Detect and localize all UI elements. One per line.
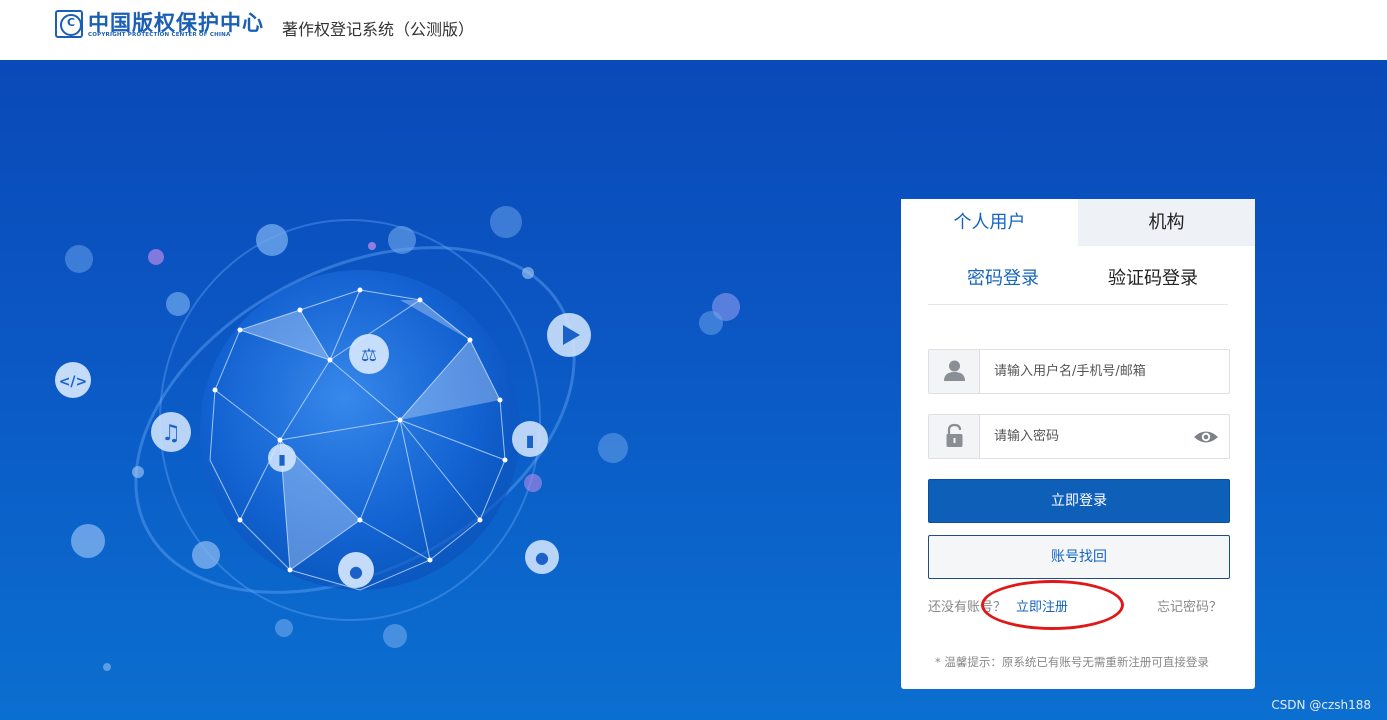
svg-text:♫: ♫ xyxy=(161,421,181,446)
watermark: CSDN @czsh188 xyxy=(1271,698,1371,712)
svg-text:●: ● xyxy=(349,562,363,581)
forgot-password-link[interactable]: 忘记密码？ xyxy=(1157,596,1222,615)
account-recover-button[interactable]: 账号找回 xyxy=(928,535,1230,579)
svg-text:▮: ▮ xyxy=(526,431,535,450)
copyright-logo-icon xyxy=(55,10,83,38)
password-input[interactable] xyxy=(981,415,1181,458)
cpcc-logo[interactable]: 中国版权保护中心 COPYRIGHT PROTECTION CENTER OF … xyxy=(55,9,265,41)
svg-text:</>: </> xyxy=(59,374,88,390)
svg-text:●: ● xyxy=(535,548,549,567)
login-method-tabs: 密码登录 验证码登录 xyxy=(928,258,1228,305)
username-field xyxy=(928,349,1230,394)
password-field xyxy=(928,414,1230,459)
username-input[interactable] xyxy=(981,350,1181,393)
login-button[interactable]: 立即登录 xyxy=(928,479,1230,523)
system-title: 著作权登记系统（公测版） xyxy=(282,20,475,39)
login-card: 个人用户 机构 密码登录 验证码登录 请输入用户名/手机号/邮箱 立即登录 账号… xyxy=(901,199,1255,689)
user-icon xyxy=(929,350,980,393)
tab-password-login[interactable]: 密码登录 xyxy=(967,264,1039,290)
login-tip: * 温馨提示：原系统已有账号无需重新注册可直接登录 xyxy=(935,655,1209,669)
register-link[interactable]: 立即注册 xyxy=(1016,596,1068,615)
tab-organization[interactable]: 机构 xyxy=(1078,199,1255,246)
lock-icon xyxy=(929,415,980,458)
top-header: 中国版权保护中心 COPYRIGHT PROTECTION CENTER OF … xyxy=(0,0,1387,60)
user-type-tabs: 个人用户 机构 xyxy=(901,199,1255,246)
eye-icon[interactable] xyxy=(1193,428,1219,446)
svg-text:▮: ▮ xyxy=(278,452,286,468)
tab-code-login[interactable]: 验证码登录 xyxy=(1108,264,1198,290)
logo-english-name: COPYRIGHT PROTECTION CENTER OF CHINA xyxy=(88,32,231,38)
tab-personal-user[interactable]: 个人用户 xyxy=(901,199,1078,246)
svg-text:⚖: ⚖ xyxy=(361,345,377,366)
